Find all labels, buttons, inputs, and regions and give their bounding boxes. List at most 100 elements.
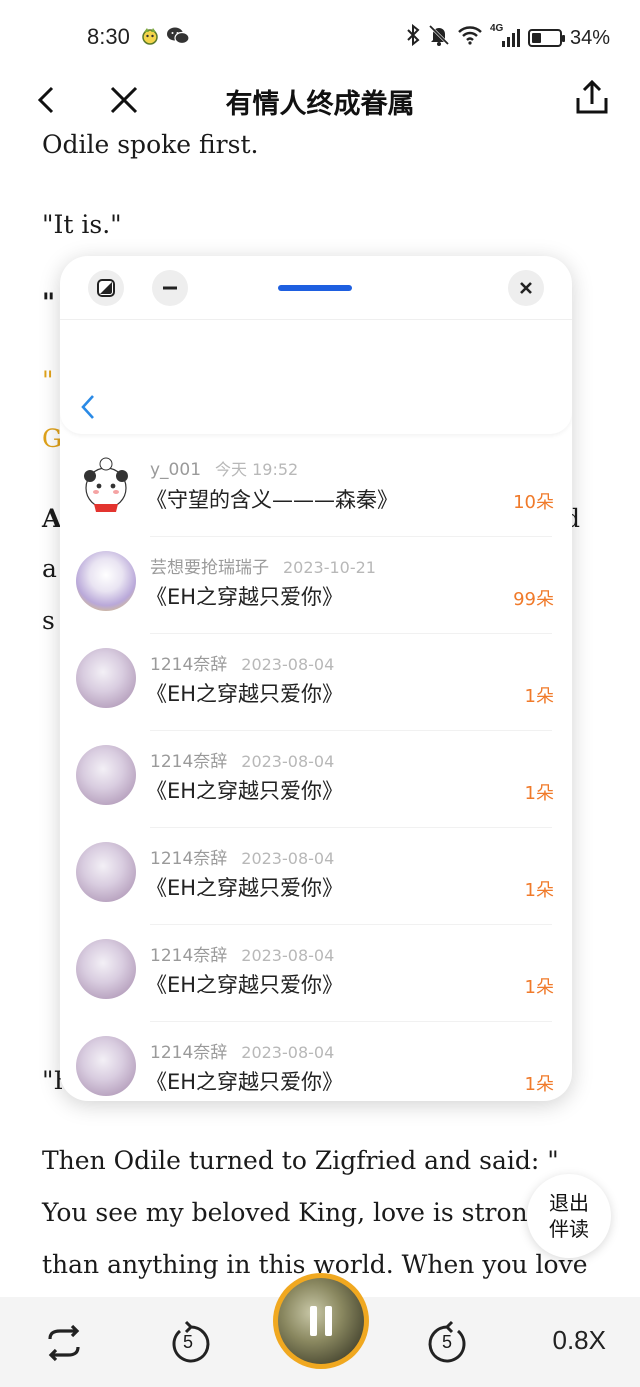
gift-user: 芸想要抢瑞瑞子 2023-10-21 [150,553,376,578]
page-title: 有情人终成眷属 [225,89,415,120]
album-art [278,1278,364,1364]
status-time: 8:30 [87,24,130,49]
pet-app-icon [140,26,160,50]
avatar [76,939,136,999]
gift-user-name: y_001 [150,460,202,480]
avatar [76,551,136,611]
gift-book-title: 《EH之穿越只爱你》 [146,973,344,997]
wifi-icon [458,25,482,51]
list-item[interactable]: y_001 今天 19:52 《守望的含义———森秦》 10朵 [60,440,572,537]
gift-time: 2023-08-04 [241,655,335,674]
gift-user-name: 1214奈辞 [150,849,228,869]
rewind-seconds: 5 [183,1332,194,1352]
list-item[interactable]: 1214奈辞 2023-08-04 《EH之穿越只爱你》 1朵 [60,828,572,925]
night-mode-button[interactable] [88,270,124,306]
gift-book-title: 《EH之穿越只爱你》 [146,585,344,609]
title-bar: 有情人终成眷属 [0,72,640,128]
audio-player-bar: 5 5 0.8X [0,1273,640,1387]
gift-user: y_001 今天 19:52 [150,456,298,480]
gift-user: 1214奈辞 2023-08-04 [150,747,334,772]
list-item[interactable]: 1214奈辞 2023-08-04 《EH之穿越只爱你》 1朵 [60,731,572,828]
drag-handle[interactable] [278,285,352,291]
list-item[interactable]: 1214奈辞 2023-08-04 《EH之穿越只爱你》 1朵 [60,925,572,1022]
exit-label-line2: 伴读 [549,1217,589,1241]
gift-book-title: 《EH之穿越只爱你》 [146,1070,344,1094]
panel-back-button[interactable] [76,392,100,422]
avatar [76,454,136,514]
status-bar: 8:30 4G 34% [0,0,640,72]
gift-book-title: 《EH之穿越只爱你》 [146,779,344,803]
gift-count: 1朵 [524,977,554,998]
panel-toolbar [60,256,572,320]
gift-count: 1朵 [524,880,554,901]
avatar [76,1036,136,1096]
paragraph-line: You see my beloved King, love is strong [42,1198,544,1227]
minus-icon [163,286,177,290]
gift-book-title: 《EH之穿越只爱你》 [146,876,344,900]
list-item[interactable]: 1214奈辞 2023-08-04 《EH之穿越只爱你》 1朵 [60,1022,572,1101]
gift-user: 1214奈辞 2023-08-04 [150,941,334,966]
gift-time: 2023-08-04 [241,1043,335,1062]
pause-button[interactable] [273,1273,369,1369]
gift-time: 2023-08-04 [241,752,335,771]
gift-count: 1朵 [524,686,554,707]
status-app-icons [140,26,190,50]
forward-5-button[interactable]: 5 [424,1319,472,1367]
pause-icon [310,1306,332,1336]
bluetooth-icon [406,23,420,52]
status-right: 4G 34% [406,23,610,52]
avatar [76,745,136,805]
paragraph-line: Then Odile turned to Zigfried and said: … [42,1146,559,1175]
chevron-left-icon [81,395,94,419]
battery-percent: 34% [569,26,610,49]
loop-button[interactable] [40,1319,88,1367]
paragraph: Odile spoke first. [42,130,259,159]
minimize-button[interactable] [152,270,188,306]
gift-book-title: 《EH之穿越只爱你》 [146,682,344,706]
exit-companion-button[interactable]: 退出 伴读 [527,1174,611,1258]
gift-user-name: 1214奈辞 [150,946,228,966]
paragraph: s [42,606,55,635]
forward-seconds: 5 [442,1332,453,1352]
panel-nav [60,320,572,434]
paragraph: A [42,504,62,533]
paragraph: G [42,424,62,453]
gift-user-name: 1214奈辞 [150,655,228,675]
gift-book-title: 《守望的含义———森秦》 [146,488,398,512]
list-item[interactable]: 芸想要抢瑞瑞子 2023-10-21 《EH之穿越只爱你》 99朵 [60,537,572,634]
paragraph: "It is." [42,210,122,239]
gift-user: 1214奈辞 2023-08-04 [150,1038,334,1063]
share-button[interactable] [572,78,612,118]
gift-count: 1朵 [524,1074,554,1095]
contrast-icon [97,279,115,297]
paragraph: " [42,366,54,395]
playback-speed[interactable]: 0.8X [553,1325,607,1356]
paragraph: a [42,554,57,583]
gift-user-name: 1214奈辞 [150,752,228,772]
battery-icon [527,29,565,47]
gift-user-name: 1214奈辞 [150,1043,228,1063]
gift-list-panel: y_001 今天 19:52 《守望的含义———森秦》 10朵 芸想要抢瑞瑞子 20… [60,256,572,1101]
gift-user: 1214奈辞 2023-08-04 [150,844,334,869]
gift-count: 1朵 [524,783,554,804]
rewind-5-button[interactable]: 5 [166,1319,214,1367]
cellular-signal-icon: 4G [490,23,520,49]
paragraph: " [42,288,56,317]
exit-label-line1: 退出 [549,1191,589,1215]
share-upload-icon [576,79,608,114]
avatar [76,648,136,708]
close-icon [520,282,532,294]
gift-user: 1214奈辞 2023-08-04 [150,650,334,675]
avatar [76,842,136,902]
gift-time: 今天 19:52 [215,460,299,479]
list-item[interactable]: 1214奈辞 2023-08-04 《EH之穿越只爱你》 1朵 [60,634,572,731]
gift-time: 2023-08-04 [241,946,335,965]
gift-count: 99朵 [513,589,554,610]
mute-bell-icon [428,24,450,52]
repeat-icon [48,1324,80,1362]
wechat-icon [166,26,190,50]
gift-time: 2023-10-21 [283,558,376,577]
gift-time: 2023-08-04 [241,849,335,868]
gift-user-name: 芸想要抢瑞瑞子 [150,558,269,578]
panel-close-button[interactable] [508,270,544,306]
